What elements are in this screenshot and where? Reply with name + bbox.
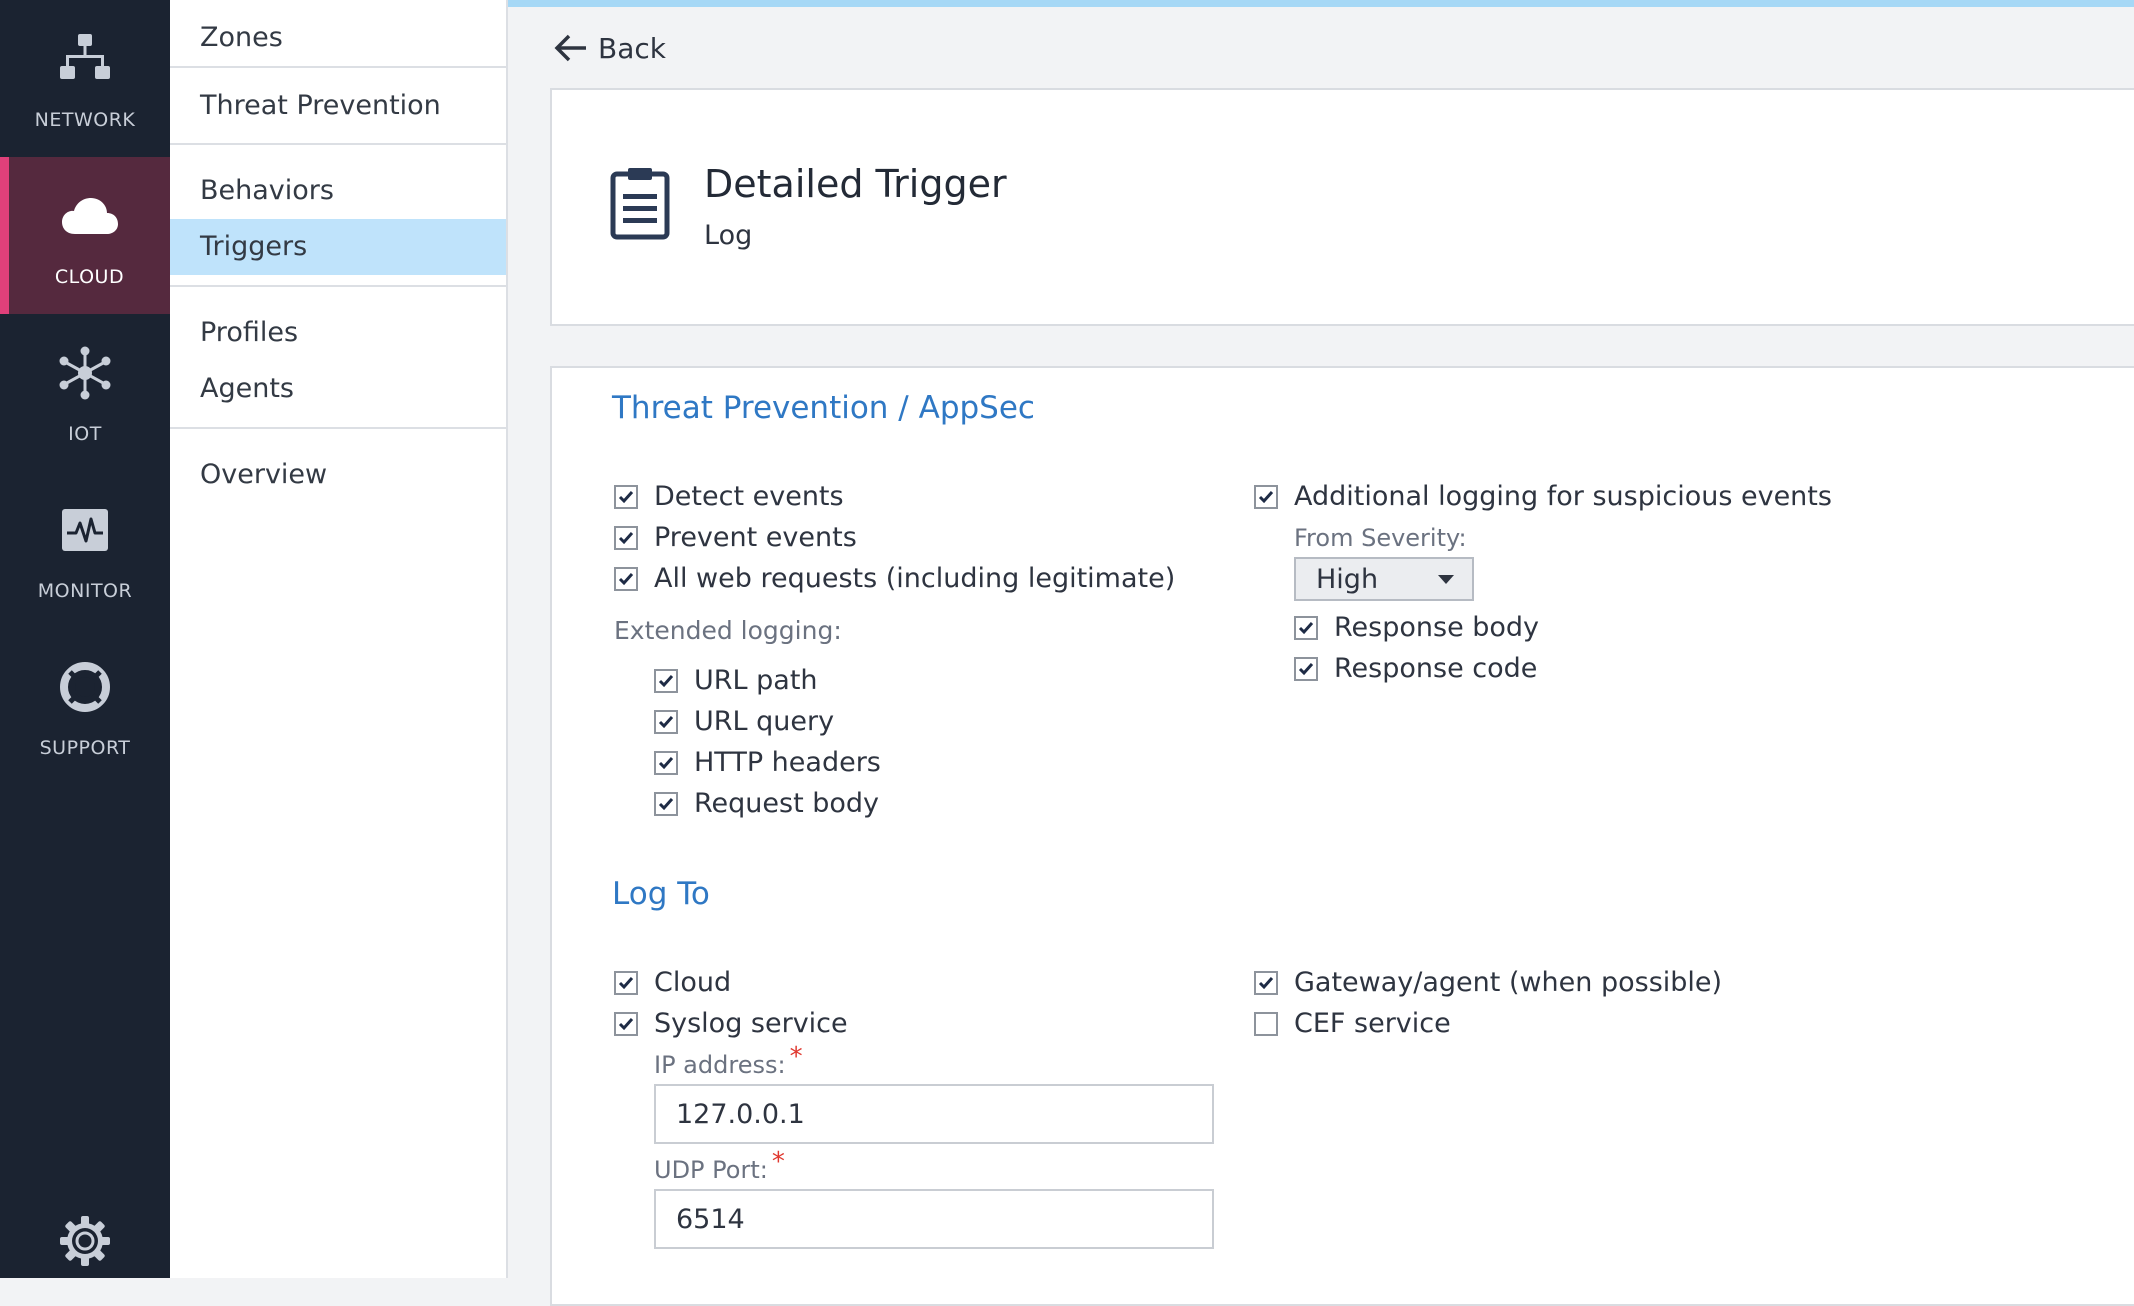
response-code-checkbox[interactable]: Response code <box>1294 653 1537 684</box>
checkbox-checked[interactable] <box>654 668 678 693</box>
checkbox-label: Response code <box>1334 653 1538 684</box>
checkbox-checked[interactable] <box>614 525 638 550</box>
additional-logging-checkbox[interactable]: Additional logging for suspicious events <box>1254 481 1832 512</box>
http-headers-checkbox[interactable]: HTTP headers <box>654 747 881 778</box>
rail-item-label: MONITOR <box>37 579 133 602</box>
nav-item-profiles[interactable]: Profiles <box>170 305 506 361</box>
nav-item-behaviors[interactable]: Behaviors <box>170 163 506 219</box>
from-severity-label: From Severity: <box>1294 524 1467 552</box>
section-title-threat-prevention: Threat Prevention / AppSec <box>612 390 1035 426</box>
extended-logging-label: Extended logging: <box>614 616 842 645</box>
checkbox-checked[interactable] <box>654 750 678 775</box>
checkbox-checked[interactable] <box>614 484 638 509</box>
prevent-events-checkbox[interactable]: Prevent events <box>614 522 857 553</box>
nav-item-triggers[interactable]: Triggers <box>170 219 506 275</box>
checkbox-label: All web requests (including legitimate) <box>654 563 1176 594</box>
checkbox-checked[interactable] <box>1294 656 1318 681</box>
checkbox-checked[interactable] <box>1294 615 1318 640</box>
ip-address-label: IP address: * <box>654 1042 803 1080</box>
clipboard-icon <box>610 166 682 250</box>
gear-icon[interactable] <box>58 1214 112 1268</box>
url-query-checkbox[interactable]: URL query <box>654 706 834 737</box>
checkbox-unchecked[interactable] <box>1254 1011 1278 1036</box>
udp-port-input[interactable] <box>654 1189 1214 1249</box>
checkbox-label: Additional logging for suspicious events <box>1294 481 1832 512</box>
checkbox-label: Syslog service <box>654 1008 848 1039</box>
detect-events-checkbox[interactable]: Detect events <box>614 481 844 512</box>
page-title: Detailed Trigger <box>704 162 1007 206</box>
checkbox-label: Prevent events <box>654 522 857 553</box>
loading-bar <box>508 0 2134 7</box>
checkbox-checked[interactable] <box>614 566 638 591</box>
caret-down-icon <box>1438 574 1454 584</box>
rail-item-label: IOT <box>68 422 102 445</box>
udp-port-label: UDP Port: * <box>654 1147 785 1185</box>
request-body-checkbox[interactable]: Request body <box>654 788 879 819</box>
rail-item-support[interactable]: SUPPORT <box>0 628 170 785</box>
checkbox-label: URL path <box>694 665 818 696</box>
rail-item-monitor[interactable]: MONITOR <box>0 471 170 628</box>
rail-item-label: CLOUD <box>54 265 125 288</box>
checkbox-checked[interactable] <box>614 970 638 995</box>
checkbox-checked[interactable] <box>1254 970 1278 995</box>
severity-select[interactable]: High <box>1294 557 1474 601</box>
page-subtitle: Log <box>704 220 753 251</box>
required-marker: * <box>771 1147 785 1177</box>
arrow-left-icon <box>554 34 586 62</box>
rail-item-network[interactable]: NETWORK <box>0 0 170 157</box>
cloud-checkbox[interactable]: Cloud <box>614 967 731 998</box>
back-label: Back <box>598 31 666 65</box>
main-content: Back Detailed Trigger Log Threat Prevent… <box>508 0 2134 1306</box>
nav-group: Behaviors Triggers <box>170 145 506 287</box>
primary-nav-rail: NETWORK CLOUD IOT MONITOR SUPPORT <box>0 0 170 1278</box>
rail-item-cloud[interactable]: CLOUD <box>0 157 170 314</box>
rail-item-label: SUPPORT <box>39 736 131 759</box>
nav-group: Overview <box>170 429 506 503</box>
checkbox-label: CEF service <box>1294 1008 1451 1039</box>
secondary-nav: Zones Threat Prevention Behaviors Trigge… <box>170 0 508 1278</box>
ip-address-input[interactable] <box>654 1084 1214 1144</box>
section-title-log-to: Log To <box>612 876 710 912</box>
checkbox-checked[interactable] <box>1254 484 1278 509</box>
checkbox-checked[interactable] <box>654 791 678 816</box>
syslog-service-checkbox[interactable]: Syslog service <box>614 1008 848 1039</box>
back-button[interactable]: Back <box>554 26 666 70</box>
checkbox-label: Detect events <box>654 481 844 512</box>
cef-service-checkbox[interactable]: CEF service <box>1254 1008 1451 1039</box>
checkbox-checked[interactable] <box>614 1011 638 1036</box>
ip-address-label-text: IP address: <box>654 1051 786 1079</box>
network-icon <box>53 27 117 91</box>
trigger-settings-card: Threat Prevention / AppSec Detect events… <box>550 366 2134 1306</box>
nav-item-zones[interactable]: Zones <box>170 10 506 66</box>
nav-item-agents[interactable]: Agents <box>170 361 506 417</box>
nav-item-threat-prevention[interactable]: Threat Prevention <box>170 68 506 143</box>
checkbox-label: Cloud <box>654 967 732 998</box>
nav-group: Zones <box>170 10 506 68</box>
all-web-requests-checkbox[interactable]: All web requests (including legitimate) <box>614 563 1175 594</box>
gateway-agent-checkbox[interactable]: Gateway/agent (when possible) <box>1254 967 1722 998</box>
checkbox-label: URL query <box>694 706 835 737</box>
rail-item-iot[interactable]: IOT <box>0 314 170 471</box>
iot-icon <box>53 341 117 405</box>
checkbox-label: Request body <box>694 788 880 819</box>
response-body-checkbox[interactable]: Response body <box>1294 612 1539 643</box>
severity-value: High <box>1316 563 1379 595</box>
url-path-checkbox[interactable]: URL path <box>654 665 818 696</box>
checkbox-checked[interactable] <box>654 709 678 734</box>
monitor-icon <box>53 498 117 562</box>
rail-item-label: NETWORK <box>34 108 136 131</box>
checkbox-label: HTTP headers <box>694 747 881 778</box>
nav-group: Threat Prevention <box>170 68 506 145</box>
trigger-header-card: Detailed Trigger Log <box>550 88 2134 326</box>
cloud-icon <box>58 184 122 248</box>
nav-item-overview[interactable]: Overview <box>170 447 506 503</box>
required-marker: * <box>789 1042 803 1072</box>
udp-port-label-text: UDP Port: <box>654 1156 768 1184</box>
nav-group: Profiles Agents <box>170 287 506 429</box>
checkbox-label: Gateway/agent (when possible) <box>1294 967 1723 998</box>
support-icon <box>53 655 117 719</box>
checkbox-label: Response body <box>1334 612 1540 643</box>
